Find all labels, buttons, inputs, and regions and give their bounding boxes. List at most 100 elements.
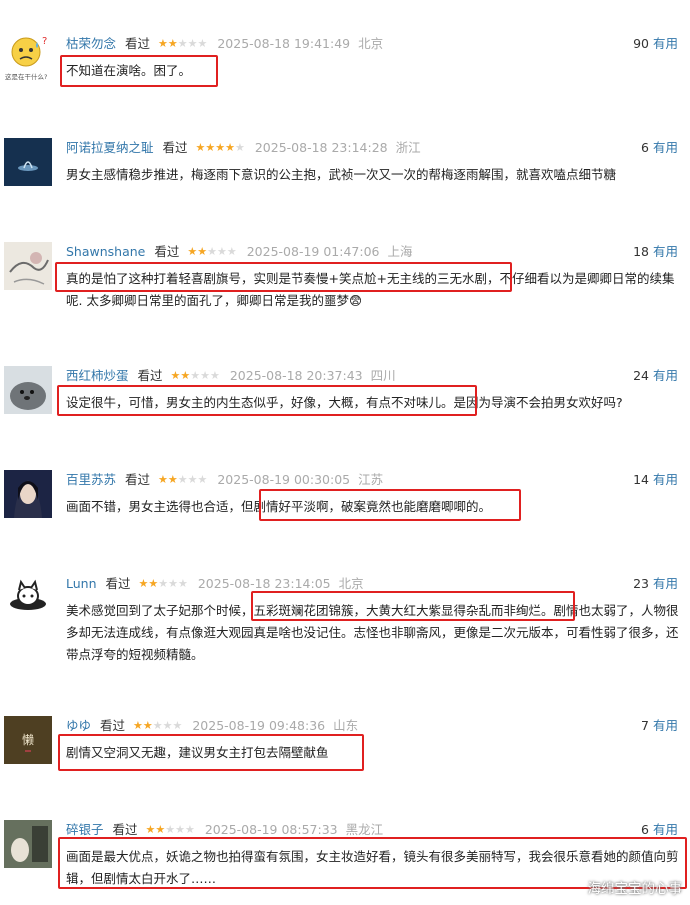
- star-filled-icon: ★: [142, 719, 153, 732]
- vote-count: 18 有用: [633, 244, 678, 259]
- star-filled-icon: ★: [215, 141, 226, 154]
- avatar[interactable]: [4, 470, 52, 518]
- avatar[interactable]: 懒: [4, 716, 52, 764]
- comment-time: 2025-08-18 23:14:05: [197, 576, 331, 591]
- photo-avatar-icon: [4, 820, 52, 868]
- username[interactable]: 西红柿炒蛋: [66, 368, 129, 383]
- svg-text:这是在干什么?: 这是在干什么?: [5, 72, 47, 81]
- comment-location: 北京: [358, 36, 384, 51]
- comment-location: 上海: [387, 244, 413, 259]
- rating-stars: ★★★★★: [146, 820, 195, 840]
- star-empty-icon: ★: [177, 37, 188, 50]
- star-empty-icon: ★: [200, 369, 210, 382]
- useful-button[interactable]: 有用: [653, 368, 678, 383]
- star-filled-icon: ★: [197, 245, 208, 258]
- comment-text: 设定很牛，可惜，男女主的内生态似乎，好像，大概，有点不对味儿。是因为导演不会拍男…: [66, 395, 623, 410]
- star-empty-icon: ★: [190, 369, 201, 382]
- star-filled-icon: ★: [138, 577, 149, 590]
- star-empty-icon: ★: [197, 37, 208, 50]
- comment-location: 浙江: [395, 140, 421, 155]
- star-empty-icon: ★: [162, 719, 173, 732]
- rating-stars: ★★★★★: [158, 470, 207, 490]
- useful-button[interactable]: 有用: [653, 718, 678, 733]
- useful-button[interactable]: 有用: [653, 576, 678, 591]
- star-filled-icon: ★: [148, 577, 159, 590]
- anime-character-avatar-icon: [4, 470, 52, 518]
- vote-count: 7 有用: [641, 718, 678, 733]
- star-empty-icon: ★: [158, 577, 169, 590]
- star-empty-icon: ★: [175, 823, 185, 836]
- useful-button[interactable]: 有用: [653, 244, 678, 259]
- comment-time: 2025-08-18 23:14:28: [254, 140, 388, 155]
- useful-button[interactable]: 有用: [653, 36, 678, 51]
- useful-button[interactable]: 有用: [653, 822, 678, 837]
- avatar[interactable]: ? 这是在干什么?: [4, 34, 52, 82]
- star-filled-icon: ★: [167, 473, 178, 486]
- rating-stars: ★★★★★: [139, 574, 188, 594]
- cartoon-cat-avatar-icon: [4, 574, 52, 622]
- star-filled-icon: ★: [205, 141, 216, 154]
- comment-time: 2025-08-19 09:48:36: [192, 718, 326, 733]
- star-filled-icon: ★: [225, 141, 235, 154]
- comment-location: 山东: [333, 718, 359, 733]
- username[interactable]: 百里苏苏: [66, 472, 116, 487]
- avatar[interactable]: [4, 574, 52, 622]
- star-empty-icon: ★: [197, 473, 208, 486]
- username[interactable]: 碎银子: [66, 822, 104, 837]
- star-filled-icon: ★: [158, 37, 168, 50]
- useful-button[interactable]: 有用: [653, 472, 678, 487]
- watch-status: 看过: [137, 368, 163, 383]
- username[interactable]: ゆゆ: [66, 718, 91, 733]
- star-empty-icon: ★: [226, 245, 237, 258]
- comment-text: 美术感觉回到了太子妃那个时候，五彩斑斓花团锦簇，大黄大红大紫显得杂乱而非绚烂。剧…: [66, 603, 679, 662]
- watch-status: 看过: [125, 36, 151, 51]
- star-empty-icon: ★: [207, 245, 217, 258]
- vote-count: 90 有用: [633, 36, 678, 51]
- watch-status: 看过: [100, 718, 126, 733]
- comment-text: 画面不错，男女主选得也合适，但剧情好平淡啊，破案竟然也能磨磨唧唧的。: [66, 499, 492, 514]
- dark-blue-avatar-icon: [4, 138, 52, 186]
- star-filled-icon: ★: [187, 245, 198, 258]
- username[interactable]: Shawnshane: [66, 244, 145, 259]
- star-empty-icon: ★: [235, 141, 245, 154]
- watch-status: 看过: [154, 244, 180, 259]
- star-empty-icon: ★: [177, 473, 188, 486]
- comment-time: 2025-08-19 00:30:05: [217, 472, 351, 487]
- star-empty-icon: ★: [152, 719, 163, 732]
- avatar[interactable]: [4, 242, 52, 290]
- star-empty-icon: ★: [168, 577, 178, 590]
- star-empty-icon: ★: [185, 823, 195, 836]
- sweating-smiley-icon: ? 这是在干什么?: [5, 36, 47, 81]
- comment-location: 黑龙江: [345, 822, 384, 837]
- watermark: 海绵宝宝的心事: [587, 881, 683, 897]
- comment-location: 江苏: [358, 472, 384, 487]
- comment-time: 2025-08-19 01:47:06: [246, 244, 380, 259]
- avatar[interactable]: [4, 820, 52, 868]
- rating-stars: ★★★★★: [187, 242, 236, 262]
- rating-stars: ★★★★★: [133, 716, 182, 736]
- comment-time: 2025-08-18 19:41:49: [217, 36, 351, 51]
- star-empty-icon: ★: [187, 473, 198, 486]
- comment-time: 2025-08-19 08:57:33: [204, 822, 338, 837]
- comment-time: 2025-08-18 20:37:43: [229, 368, 363, 383]
- comment-text: 真的是怕了这种打着轻喜剧旗号，实则是节奏慢+笑点尬+无主线的三无水剧，不仔细看以…: [66, 271, 675, 308]
- star-empty-icon: ★: [172, 719, 183, 732]
- watch-status: 看过: [125, 472, 151, 487]
- username[interactable]: 枯荣勿念: [66, 36, 116, 51]
- rating-stars: ★★★★★: [196, 138, 245, 158]
- star-filled-icon: ★: [133, 719, 143, 732]
- star-empty-icon: ★: [178, 577, 188, 590]
- username[interactable]: 阿诺拉夏纳之耻: [66, 140, 154, 155]
- vote-count: 6 有用: [641, 140, 678, 155]
- useful-button[interactable]: 有用: [653, 140, 678, 155]
- rating-stars: ★★★★★: [158, 34, 207, 54]
- star-empty-icon: ★: [216, 245, 227, 258]
- watch-status: 看过: [112, 822, 138, 837]
- username[interactable]: Lunn: [66, 576, 97, 591]
- star-filled-icon: ★: [145, 823, 156, 836]
- ink-painting-avatar-icon: [4, 242, 52, 290]
- avatar[interactable]: [4, 366, 52, 414]
- comment-text: 剧情又空洞又无趣，建议男女主打包去隔壁献鱼: [66, 745, 329, 760]
- star-empty-icon: ★: [165, 823, 176, 836]
- avatar[interactable]: [4, 138, 52, 186]
